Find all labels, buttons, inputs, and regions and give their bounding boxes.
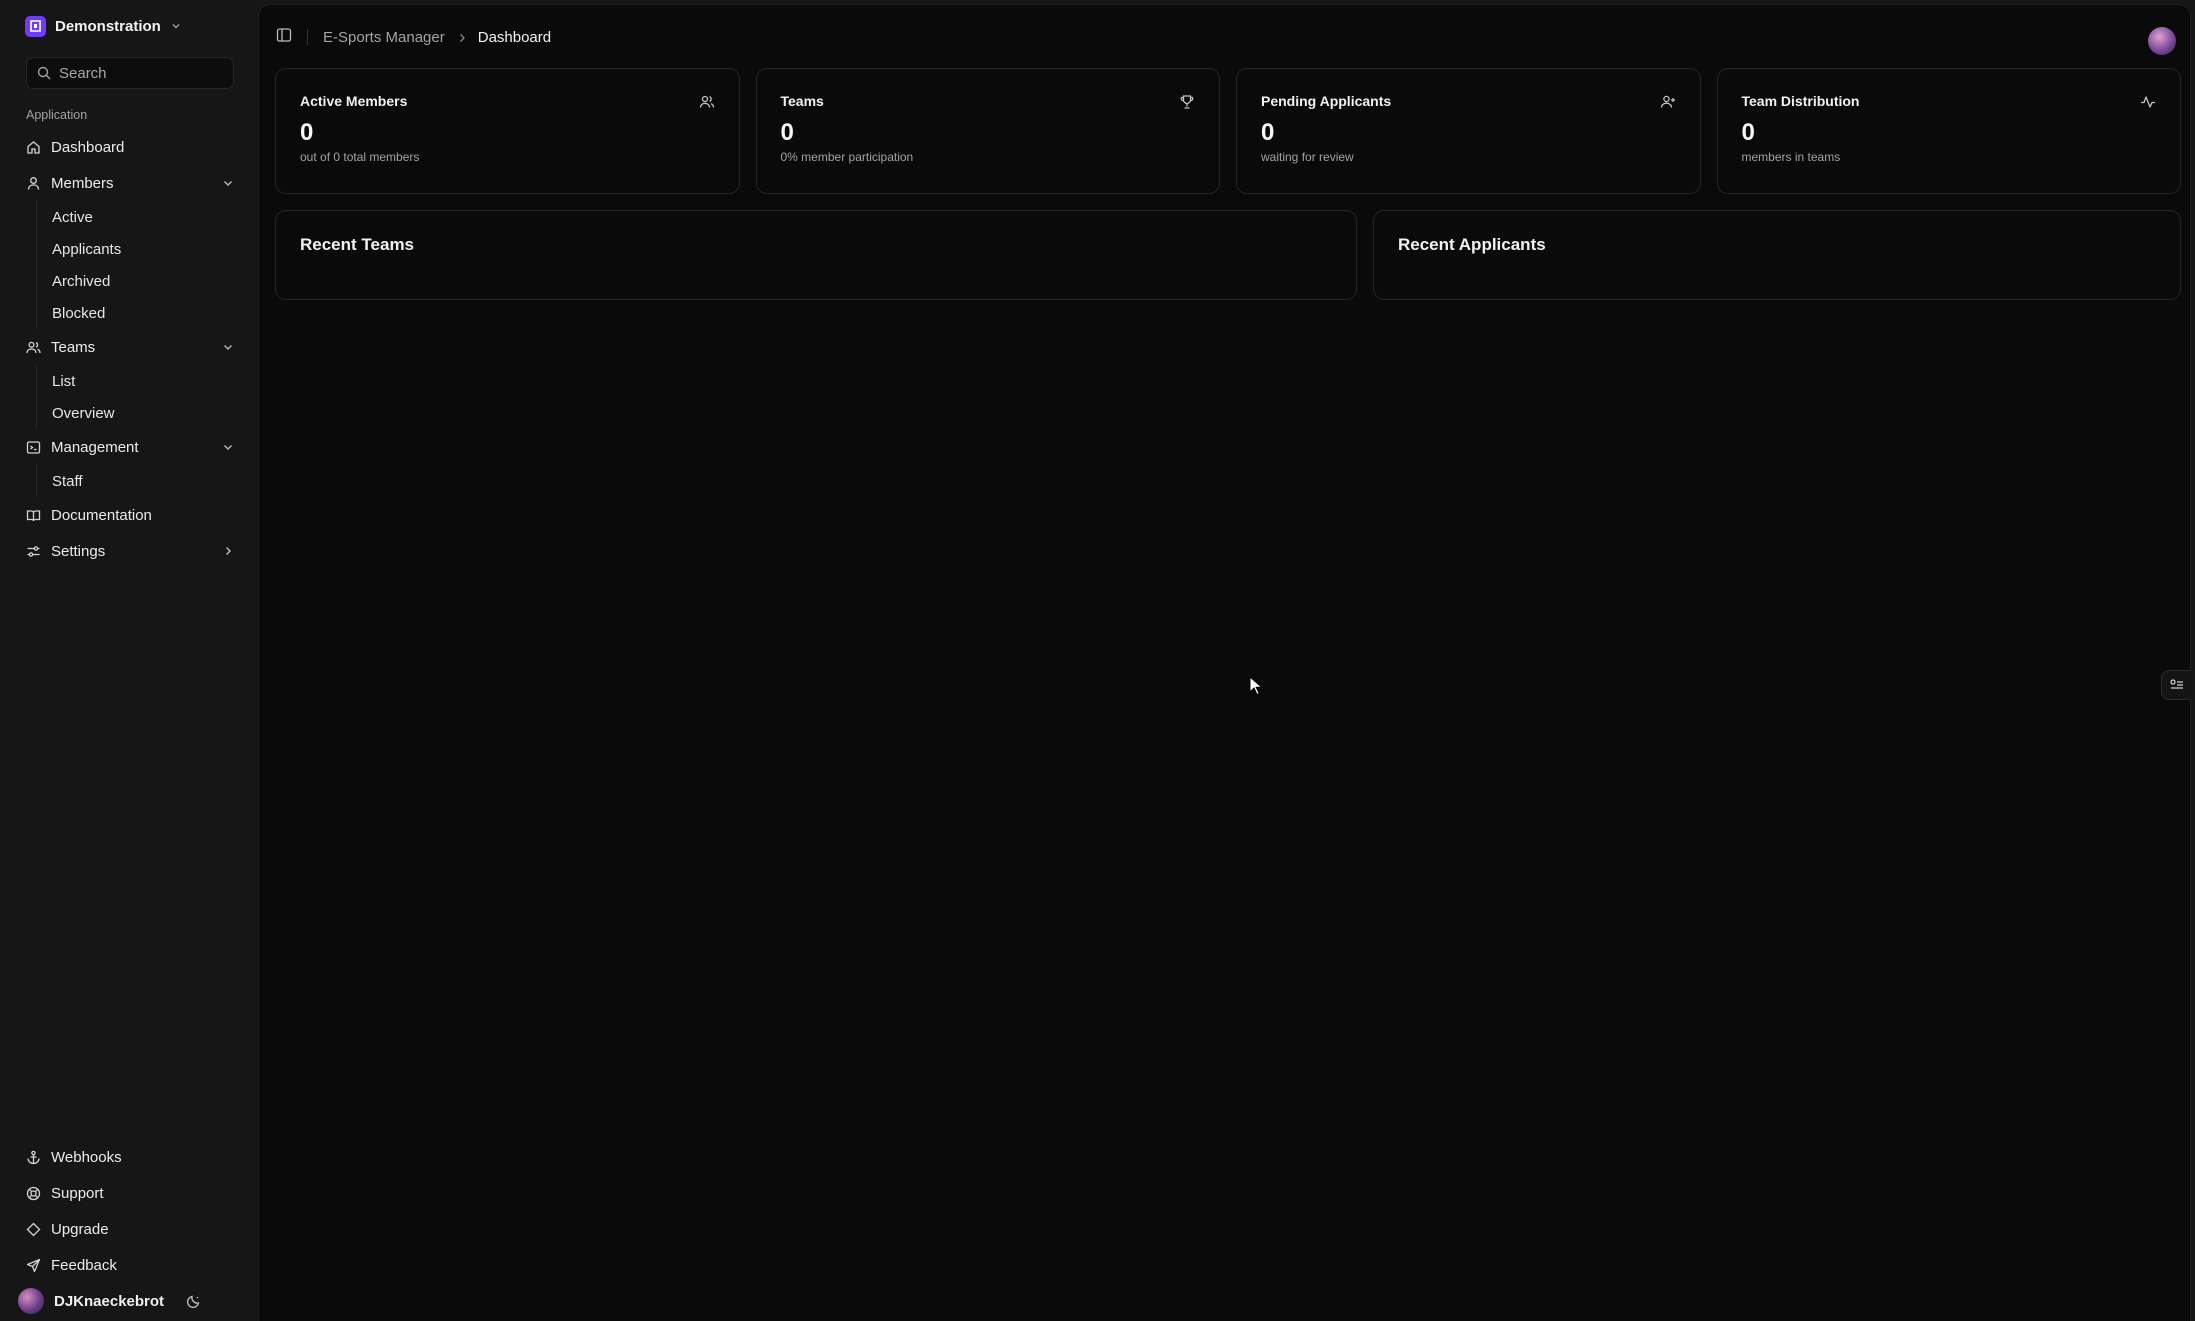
sidebar-item-active[interactable]: Active xyxy=(37,201,258,233)
sliders-icon xyxy=(26,544,42,559)
sidebar-bottom-nav: Webhooks Support Upgrade Feedback DJKnae… xyxy=(0,1139,258,1321)
teams-submenu: List Overview xyxy=(36,365,258,429)
sidebar-item-documentation[interactable]: Documentation xyxy=(0,497,258,533)
sidebar-item-label: Teams xyxy=(51,338,96,356)
sidebar-item-label: Upgrade xyxy=(51,1220,109,1238)
sidebar-group-label: Application xyxy=(26,108,88,122)
sidebar-item-management[interactable]: Management xyxy=(0,429,258,465)
sidebar-item-label: Documentation xyxy=(51,506,152,524)
sidebar-item-label: Dashboard xyxy=(51,138,125,156)
breadcrumb-current: Dashboard xyxy=(477,29,552,46)
management-submenu: Staff xyxy=(36,465,258,497)
sidebar: Demonstration Application Dashboard Memb… xyxy=(0,0,270,1321)
stats-cards: Active Members 0 out of 0 total members … xyxy=(275,68,2181,194)
card-title: Team Distribution xyxy=(1741,93,1860,109)
card-value: 0 xyxy=(300,119,314,146)
search-icon xyxy=(37,66,51,80)
card-title: Active Members xyxy=(300,93,408,109)
topbar: E-Sports Manager Dashboard xyxy=(259,5,2190,67)
chevron-right-icon xyxy=(222,545,234,557)
sidebar-item-applicants[interactable]: Applicants xyxy=(37,233,258,265)
sidebar-item-label: Settings xyxy=(51,542,106,560)
card-active-members: Active Members 0 out of 0 total members xyxy=(275,68,740,194)
card-title: Teams xyxy=(780,93,824,109)
lifebuoy-icon xyxy=(26,1186,42,1201)
sidebar-item-webhooks[interactable]: Webhooks xyxy=(0,1139,258,1175)
breadcrumb-root-link[interactable]: E-Sports Manager xyxy=(323,29,445,46)
user-name: DJKnaeckebrot xyxy=(54,1292,165,1310)
card-subtitle: 0% member participation xyxy=(780,150,914,164)
users-icon xyxy=(699,94,715,110)
card-subtitle: waiting for review xyxy=(1261,150,1354,164)
sidebar-nav: Dashboard Members Active Applicants Arch… xyxy=(0,129,258,569)
sidebar-item-overview[interactable]: Overview xyxy=(37,397,258,429)
avatar[interactable] xyxy=(2148,27,2176,55)
mouse-cursor-icon xyxy=(1249,676,1263,696)
list-settings-icon xyxy=(2169,677,2185,693)
user-plus-icon xyxy=(1660,94,1676,110)
card-value: 0 xyxy=(780,119,794,146)
user-menu[interactable]: DJKnaeckebrot xyxy=(0,1283,258,1319)
sidebar-item-label: Feedback xyxy=(51,1256,117,1274)
recent-panels: Recent Teams Recent Applicants xyxy=(275,210,2181,300)
main-panel: E-Sports Manager Dashboard Active Member… xyxy=(258,4,2191,1321)
chevron-down-icon xyxy=(222,441,234,453)
anchor-icon xyxy=(26,1150,42,1165)
chevron-down-icon xyxy=(222,177,234,189)
org-name: Demonstration xyxy=(55,17,161,35)
sidebar-item-staff[interactable]: Staff xyxy=(37,465,258,497)
toolbar-toggle-button[interactable] xyxy=(2161,670,2191,700)
chevron-right-icon xyxy=(457,33,467,43)
send-icon xyxy=(26,1258,42,1273)
card-value: 0 xyxy=(1261,119,1275,146)
org-switcher[interactable]: Demonstration xyxy=(25,13,258,39)
sidebar-item-settings[interactable]: Settings xyxy=(0,533,258,569)
activity-icon xyxy=(2140,94,2156,110)
card-value: 0 xyxy=(1741,119,1755,146)
search-input[interactable] xyxy=(59,64,258,82)
sidebar-item-label: Management xyxy=(51,438,139,456)
card-team-distribution: Team Distribution 0 members in teams xyxy=(1716,68,2181,194)
chevron-down-icon xyxy=(222,341,234,353)
book-open-icon xyxy=(26,508,42,523)
trophy-icon xyxy=(1179,94,1195,110)
search-box xyxy=(26,57,270,89)
sidebar-item-upgrade[interactable]: Upgrade xyxy=(0,1211,258,1247)
sidebar-item-members[interactable]: Members xyxy=(0,165,258,201)
terminal-icon xyxy=(26,440,42,455)
diamond-icon xyxy=(26,1222,42,1237)
theme-toggle-icon[interactable] xyxy=(186,1294,201,1309)
card-title: Pending Applicants xyxy=(1261,93,1392,109)
recent-applicants-panel: Recent Applicants xyxy=(1373,210,2181,300)
sidebar-toggle-icon[interactable] xyxy=(276,27,292,43)
sidebar-item-label: Members xyxy=(51,174,114,192)
sidebar-item-label: Webhooks xyxy=(51,1148,122,1166)
home-icon xyxy=(26,140,42,155)
card-pending-applicants: Pending Applicants 0 waiting for review xyxy=(1236,68,1701,194)
panel-title: Recent Teams xyxy=(300,235,415,254)
org-logo-icon xyxy=(25,15,46,37)
users-icon xyxy=(26,340,42,355)
sidebar-item-feedback[interactable]: Feedback xyxy=(0,1247,258,1283)
sidebar-item-label: Support xyxy=(51,1184,104,1202)
sidebar-item-blocked[interactable]: Blocked xyxy=(37,297,258,329)
members-submenu: Active Applicants Archived Blocked xyxy=(36,201,258,329)
chevron-down-icon xyxy=(171,21,181,31)
topbar-divider xyxy=(307,29,308,45)
breadcrumb: E-Sports Manager Dashboard xyxy=(323,29,551,46)
card-subtitle: members in teams xyxy=(1741,150,1841,164)
sidebar-item-dashboard[interactable]: Dashboard xyxy=(0,129,258,165)
avatar xyxy=(18,1288,44,1314)
sidebar-item-list[interactable]: List xyxy=(37,365,258,397)
sidebar-item-teams[interactable]: Teams xyxy=(0,329,258,365)
user-icon xyxy=(26,176,42,191)
card-subtitle: out of 0 total members xyxy=(300,150,420,164)
card-teams: Teams 0 0% member participation xyxy=(755,68,1220,194)
sidebar-item-archived[interactable]: Archived xyxy=(37,265,258,297)
sidebar-item-support[interactable]: Support xyxy=(0,1175,258,1211)
recent-teams-panel: Recent Teams xyxy=(275,210,1357,300)
panel-title: Recent Applicants xyxy=(1398,235,1546,254)
